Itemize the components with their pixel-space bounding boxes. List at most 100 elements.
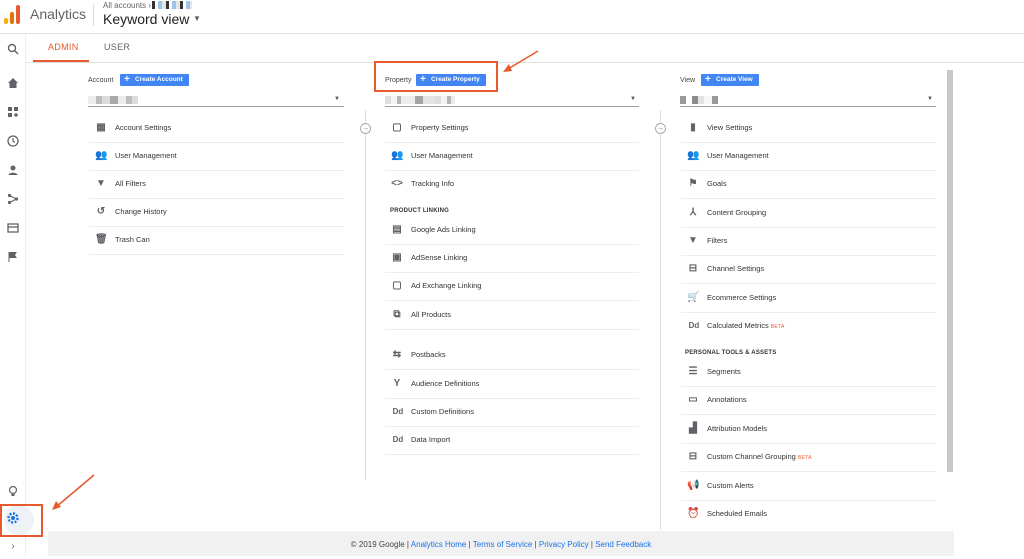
document-icon: ▮ [690, 122, 696, 133]
flag-icon[interactable] [4, 250, 22, 268]
dashboard-icon[interactable] [4, 105, 22, 123]
redacted-account-name [152, 1, 192, 9]
annotations-item[interactable]: ▭ Annotations [681, 387, 936, 415]
chevron-down-icon[interactable]: ▼ [630, 96, 636, 102]
chevron-down-icon[interactable]: ▼ [193, 14, 201, 23]
person-icon[interactable] [4, 163, 22, 181]
calculated-metrics-item[interactable]: Dd Calculated Metrics BETA [681, 313, 936, 341]
create-view-button[interactable]: + Create View [701, 74, 759, 86]
plus-icon: + [124, 74, 130, 85]
property-square-icon: ▢ [392, 122, 402, 133]
all-filters-item[interactable]: ▼ All Filters [89, 171, 345, 199]
audience-icon: Y [393, 378, 401, 389]
filter-icon: ▼ [688, 235, 698, 246]
redacted-property-select [385, 96, 455, 104]
clock-icon[interactable] [4, 134, 22, 152]
audience-definitions-item[interactable]: Y Audience Definitions [385, 371, 639, 399]
personal-tools-heading: PERSONAL TOOLS & ASSETS [685, 350, 777, 356]
copyright-text: © 2019 Google [350, 540, 405, 549]
footer-link-analytics-home[interactable]: Analytics Home [411, 540, 467, 549]
google-ads-linking-item[interactable]: ▤ Google Ads Linking [385, 217, 639, 245]
people-icon: 👥 [95, 150, 108, 161]
view-column-label: View [680, 77, 696, 84]
goals-item[interactable]: ⚑ Goals [681, 171, 936, 199]
all-products-item[interactable]: ⧉ All Products [385, 302, 639, 330]
beta-badge: BETA [770, 324, 785, 330]
trash-can-item[interactable]: 🗑 Trash Can [89, 227, 345, 255]
change-history-item[interactable]: ↺ Change History [89, 199, 345, 227]
property-column-label: Property [385, 77, 412, 84]
ecommerce-settings-item[interactable]: 🛒 Ecommerce Settings [681, 285, 936, 313]
adsense-linking-item[interactable]: ▣ AdSense Linking [385, 245, 639, 273]
view-selector[interactable]: Keyword view [103, 11, 189, 27]
tab-user[interactable]: USER [104, 42, 130, 52]
postbacks-item[interactable]: ⇆ Postbacks [385, 342, 639, 370]
tab-admin[interactable]: ADMIN [48, 42, 79, 52]
custom-channel-grouping-item[interactable]: ⊟ Custom Channel Grouping BETA [681, 444, 936, 472]
chevron-down-icon[interactable]: ▼ [927, 96, 933, 102]
scheduled-emails-item[interactable]: ⏰ Scheduled Emails [681, 501, 936, 529]
analytics-logo[interactable] [4, 4, 22, 24]
view-select[interactable] [680, 106, 936, 107]
filters-item[interactable]: ▼ Filters [681, 228, 936, 256]
postbacks-icon: ⇆ [392, 349, 402, 360]
content-grouping-item[interactable]: ⅄ Content Grouping [681, 200, 936, 228]
divider [93, 4, 94, 26]
property-select[interactable] [385, 106, 639, 107]
expand-icon[interactable]: › [4, 538, 22, 556]
custom-alerts-item[interactable]: 📢 Custom Alerts [681, 473, 936, 501]
filter-icon: ▼ [96, 178, 106, 189]
adsense-icon: ▣ [392, 252, 402, 263]
custom-definitions-item[interactable]: Dd Custom Definitions [385, 399, 639, 427]
data-import-item[interactable]: Dd Data Import [385, 427, 639, 455]
account-column-label: Account [88, 77, 114, 84]
account-settings-item[interactable]: ▦ Account Settings [89, 115, 345, 143]
ads-icon: ▤ [392, 224, 402, 235]
acquisition-icon[interactable] [4, 192, 22, 210]
cart-icon: 🛒 [687, 292, 700, 303]
view-settings-item[interactable]: ▮ View Settings [681, 115, 936, 143]
code-icon: <> [391, 178, 403, 189]
tracking-info-item[interactable]: <> Tracking Info [385, 171, 639, 199]
create-account-button[interactable]: + Create Account [120, 74, 189, 86]
comment-icon: ▭ [688, 394, 698, 405]
arrow-right-icon: → [655, 123, 666, 134]
footer-link-privacy[interactable]: Privacy Policy [539, 540, 589, 549]
search-icon[interactable] [4, 42, 22, 60]
arrow-right-icon: → [360, 123, 371, 134]
segments-item[interactable]: ☰ Segments [681, 359, 936, 387]
account-select[interactable] [88, 106, 344, 107]
footer-link-feedback[interactable]: Send Feedback [595, 540, 651, 549]
all-accounts-breadcrumb[interactable]: All accounts › [103, 1, 151, 10]
annotation-arrow-admin [52, 474, 95, 510]
property-user-management-item[interactable]: 👥 User Management [385, 143, 639, 171]
create-property-button[interactable]: + Create Property [416, 74, 486, 86]
ad-exchange-linking-item[interactable]: ▢ Ad Exchange Linking [385, 273, 639, 301]
annotation-arrow-property [503, 50, 539, 72]
home-icon[interactable] [4, 76, 22, 94]
channel-settings-item[interactable]: ⊟ Channel Settings [681, 256, 936, 284]
scrollbar[interactable] [947, 70, 953, 472]
people-icon: 👥 [391, 150, 404, 161]
product-linking-heading: PRODUCT LINKING [390, 208, 449, 214]
view-user-management-item[interactable]: 👥 User Management [681, 143, 936, 171]
footer-link-terms[interactable]: Terms of Service [473, 540, 533, 549]
channel-icon: ⊟ [688, 263, 698, 274]
bar-chart-icon: ▟ [689, 423, 697, 434]
dd-icon: Dd [392, 407, 404, 416]
beta-badge: BETA [797, 455, 812, 461]
redacted-view-select [680, 96, 724, 104]
plus-icon: + [420, 74, 426, 85]
property-settings-item[interactable]: ▢ Property Settings [385, 115, 639, 143]
dd-icon: Dd [688, 321, 700, 330]
behavior-icon[interactable] [4, 221, 22, 239]
lightbulb-icon[interactable] [4, 484, 22, 502]
attribution-models-item[interactable]: ▟ Attribution Models [681, 416, 936, 444]
ad-exchange-icon: ▢ [392, 280, 402, 291]
footer: © 2019 Google | Analytics Home | Terms o… [48, 531, 954, 556]
channel-icon: ⊟ [688, 451, 698, 462]
account-user-management-item[interactable]: 👥 User Management [89, 143, 345, 171]
column-divider [365, 110, 366, 480]
link-icon: ⧉ [393, 309, 401, 320]
chevron-down-icon[interactable]: ▼ [334, 96, 340, 102]
